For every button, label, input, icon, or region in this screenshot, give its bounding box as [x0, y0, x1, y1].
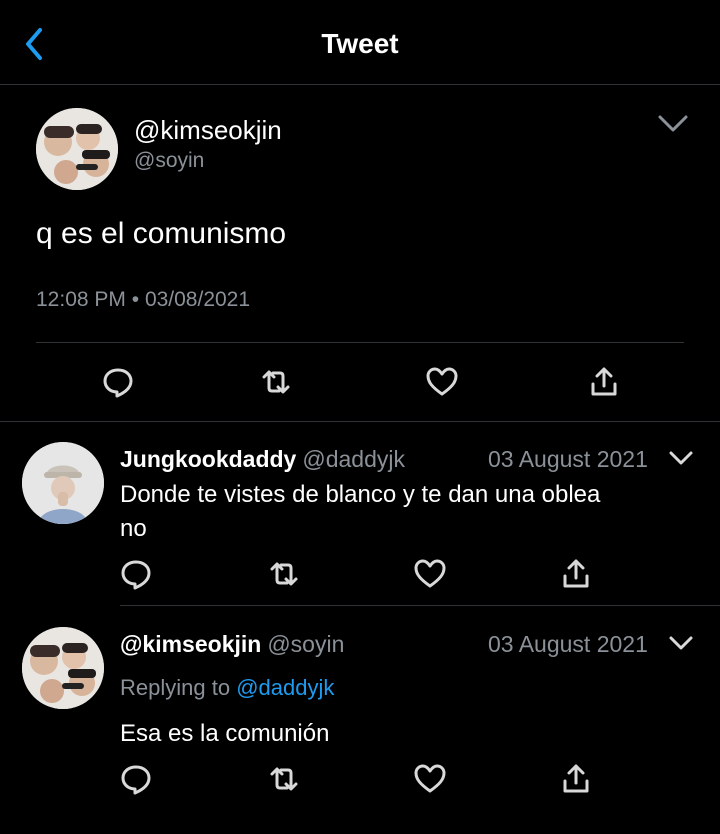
retweet-icon[interactable] — [266, 761, 302, 797]
share-icon[interactable] — [586, 364, 622, 400]
chevron-down-icon[interactable] — [668, 449, 694, 469]
heart-icon[interactable] — [412, 761, 448, 797]
avatar[interactable] — [36, 108, 118, 190]
divider — [36, 342, 684, 343]
reply-text-line: no — [120, 515, 147, 542]
avatar[interactable] — [22, 442, 104, 524]
tweet-timestamp: 12:08 PM • 03/08/2021 — [36, 288, 250, 312]
replying-label: Replying to — [120, 675, 231, 700]
replying-to-link[interactable]: @daddyjk — [236, 675, 334, 700]
reply-text-line: Donde te vistes de blanco y te dan una o… — [120, 481, 601, 508]
avatar[interactable] — [22, 627, 104, 709]
heart-icon[interactable] — [424, 364, 460, 400]
top-bar: Tweet — [0, 0, 720, 85]
retweet-icon[interactable] — [266, 556, 302, 592]
reply-text: Donde te vistes de blanco y te dan una o… — [120, 478, 700, 546]
reply-icon[interactable] — [118, 761, 154, 797]
replying-to: Replying to @daddyjk — [120, 675, 334, 701]
reply-date: 03 August 2021 — [488, 446, 648, 472]
reply-date: 03 August 2021 — [488, 631, 648, 657]
reply-author[interactable]: Jungkookdaddy @daddyjk — [120, 446, 405, 473]
username[interactable]: @soyin — [134, 149, 204, 173]
reply-author[interactable]: @kimseokjin @soyin — [120, 631, 344, 658]
reply-tweet[interactable]: Jungkookdaddy @daddyjk 03 August 2021 Don… — [0, 422, 720, 606]
chevron-down-icon[interactable] — [668, 634, 694, 654]
username[interactable]: @soyin — [267, 631, 344, 657]
tweet-actions — [0, 360, 720, 404]
reply-text: Esa es la comunión — [120, 720, 330, 747]
tweet-time: 12:08 PM — [36, 288, 126, 311]
avatar-image — [36, 108, 118, 190]
reply-icon[interactable] — [100, 364, 136, 400]
share-icon[interactable] — [558, 556, 594, 592]
username[interactable]: @daddyjk — [302, 446, 405, 472]
display-name[interactable]: @kimseokjin — [120, 631, 261, 657]
reply-tweet[interactable]: @kimseokjin @soyin 03 August 2021 Replyin… — [0, 607, 720, 834]
main-tweet: @kimseokjin @soyin q es el comunismo 12:… — [0, 85, 720, 422]
tweet-date: 03/08/2021 — [144, 288, 251, 311]
display-name[interactable]: @kimseokjin — [134, 115, 282, 146]
avatar-image — [22, 627, 104, 709]
retweet-icon[interactable] — [258, 364, 294, 400]
display-name[interactable]: Jungkookdaddy — [120, 446, 296, 472]
heart-icon[interactable] — [412, 556, 448, 592]
avatar-image — [22, 442, 104, 524]
tweet-text: q es el comunismo — [36, 217, 287, 250]
share-icon[interactable] — [558, 761, 594, 797]
meta-separator: • — [131, 288, 140, 311]
page-title: Tweet — [321, 28, 399, 59]
chevron-down-icon[interactable] — [656, 111, 690, 137]
reply-icon[interactable] — [118, 556, 154, 592]
divider — [120, 605, 720, 606]
